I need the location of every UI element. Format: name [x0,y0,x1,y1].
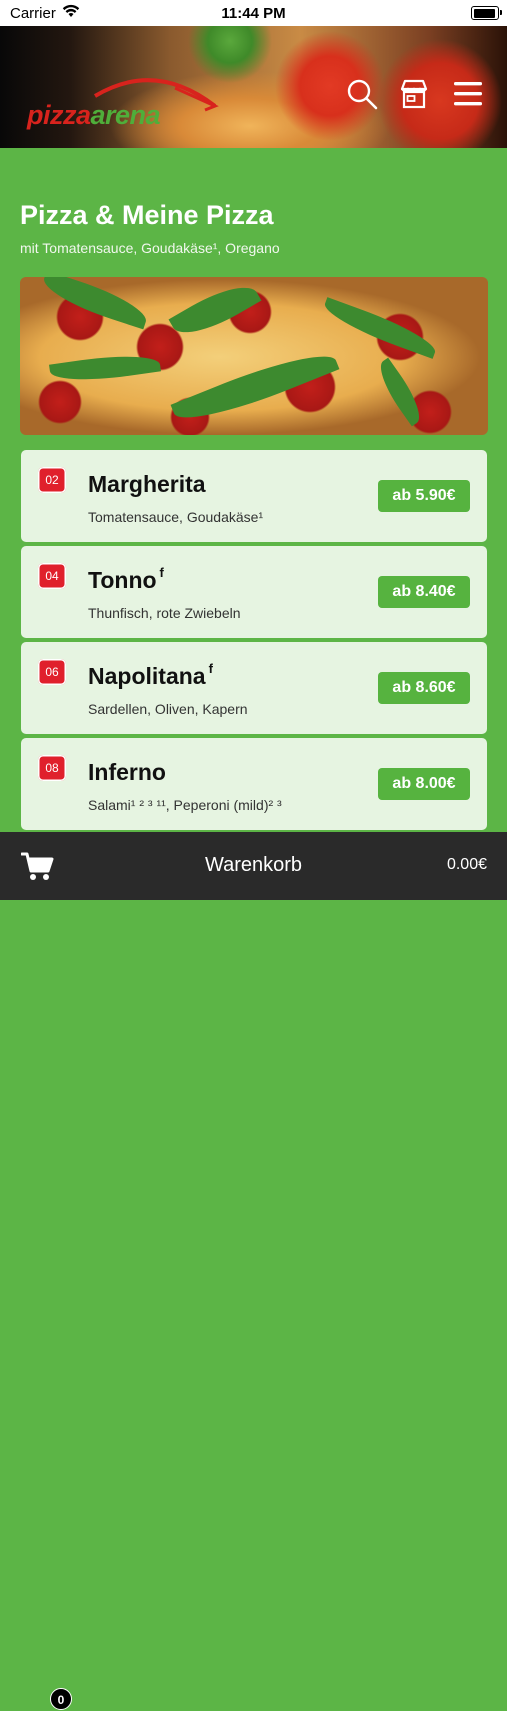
item-name: Tonno f [88,565,164,593]
logo-wordmark: pizzaarena [27,100,161,130]
list-item[interactable]: 02 Margherita Tomatensauce, Goudakäse¹ a… [21,450,487,542]
price-button[interactable]: ab 8.00€ [378,768,470,800]
cart-total: 0.00€ [446,856,487,873]
item-number-badge: 04 [38,563,66,589]
item-number-badge: 08 [38,755,66,781]
pizza-photo [20,277,488,435]
item-name: Inferno [88,759,166,785]
list-item[interactable]: 06 Napolitana f Sardellen, Oliven, Kapern… [21,642,487,734]
store-icon[interactable] [398,78,430,110]
cart-bar[interactable]: 0 Warenkorb 0.00€ [0,832,507,1710]
header-banner: pizzaarena [0,26,507,148]
item-number-badge: 02 [38,467,66,493]
menu-icon[interactable] [452,78,484,110]
price-button[interactable]: ab 8.40€ [378,576,470,608]
item-number-badge: 06 [38,659,66,685]
search-icon[interactable] [346,78,378,110]
pizza-arena-logo[interactable]: pizzaarena [25,66,225,136]
clock: 11:44 PM [221,5,286,22]
item-description: Thunfisch, rote Zwiebeln [88,605,241,621]
battery-icon [471,6,502,20]
item-description: Salami¹ ² ³ ¹¹, Peperoni (mild)² ³ [88,797,282,813]
list-item[interactable]: 08 Inferno Salami¹ ² ³ ¹¹, Peperoni (mil… [21,738,487,830]
cart-count-badge: 0 [50,1688,72,1710]
price-button[interactable]: ab 8.60€ [378,672,470,704]
cart-label[interactable]: Warenkorb [0,854,507,877]
item-name: Margherita [88,471,206,497]
category-subtitle: mit Tomatensauce, Goudakäse¹, Oregano [20,240,280,256]
item-description: Tomatensauce, Goudakäse¹ [88,509,264,525]
list-item[interactable]: 04 Tonno f Thunfisch, rote Zwiebeln ab 8.… [21,546,487,638]
price-button[interactable]: ab 5.90€ [378,480,470,512]
item-description: Sardellen, Oliven, Kapern [88,701,248,717]
item-name: Napolitana f [88,661,213,689]
status-bar: Carrier 11:44 PM [0,0,507,26]
category-title: Pizza & Meine Pizza [20,200,274,230]
